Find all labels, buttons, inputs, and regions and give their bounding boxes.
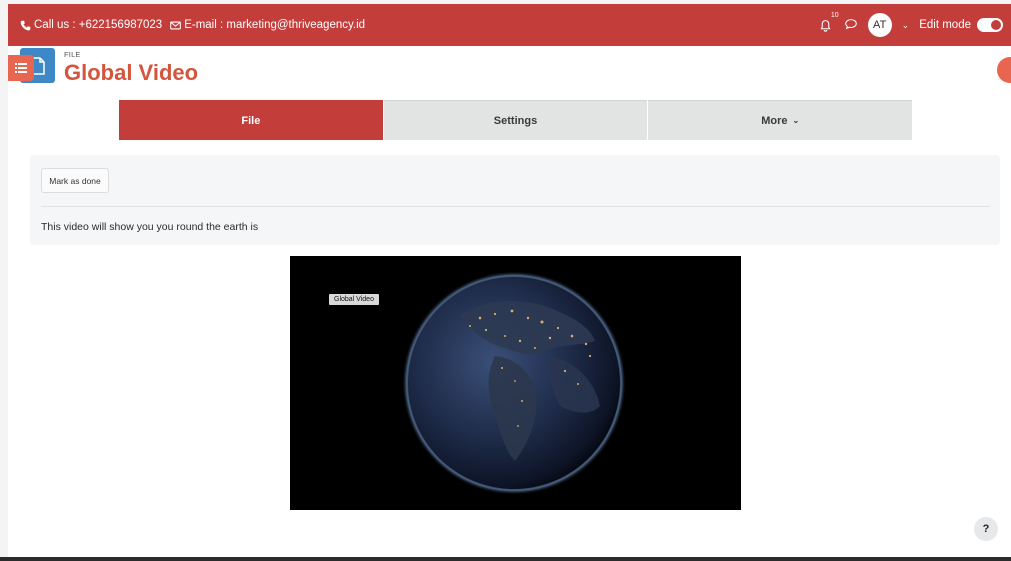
page-frame: Call us : +622156987023 E-mail : marketi… [8,4,1011,557]
chevron-down-icon: ⌄ [792,116,800,125]
tab-file[interactable]: File [119,100,383,140]
phone-label: Call us : +622156987023 [34,19,163,31]
page-subtitle: FILE [64,50,81,59]
video-player[interactable]: Global Video [290,256,741,510]
contact-info: Call us : +622156987023 E-mail : marketi… [20,19,365,31]
edit-mode-toggle[interactable] [977,18,1003,32]
block-drawer-button[interactable] [997,57,1011,83]
course-index-drawer-button[interactable] [8,55,34,81]
divider [41,206,990,207]
tab-more-label: More [761,114,788,127]
activity-info-card: Mark as done This video will show you yo… [30,155,1000,245]
secondary-navigation: File Settings More ⌄ [119,100,913,140]
email-contact[interactable]: E-mail : marketing@thriveagency.id [170,19,365,31]
tab-more[interactable]: More ⌄ [648,100,913,140]
tab-settings-label: Settings [493,114,538,127]
video-title-overlay: Global Video [329,294,379,305]
help-button[interactable]: ? [974,517,998,541]
messages-button[interactable] [844,17,858,34]
chat-icon [844,18,857,29]
list-icon [15,63,27,73]
envelope-icon [170,21,182,29]
notifications-button[interactable]: 10 [818,12,839,33]
topbar-actions: 10 AT ⌄ Edit mode [818,12,1003,37]
notification-count: 10 [830,12,839,19]
top-navbar: Call us : +622156987023 E-mail : marketi… [8,4,1011,46]
window-edge-left [0,0,8,561]
tab-file-label: File [241,114,261,127]
mark-as-done-button[interactable]: Mark as done [41,168,109,193]
activity-description: This video will show you you round the e… [41,221,259,233]
toggle-knob [991,20,1001,30]
email-label: E-mail : marketing@thriveagency.id [184,19,366,31]
tab-settings[interactable]: Settings [383,100,648,140]
user-avatar[interactable]: AT [867,13,892,37]
page-title: Global Video [64,60,199,85]
page-header: FILE Global Video [8,46,1011,96]
bell-icon [820,19,831,32]
phone-icon [20,20,31,30]
window-edge-bottom [0,557,1011,561]
edit-mode-label: Edit mode [919,19,971,31]
phone-contact[interactable]: Call us : +622156987023 [20,19,162,31]
edit-mode-control: Edit mode [919,18,1003,32]
user-menu-chevron-icon[interactable]: ⌄ [902,20,910,31]
